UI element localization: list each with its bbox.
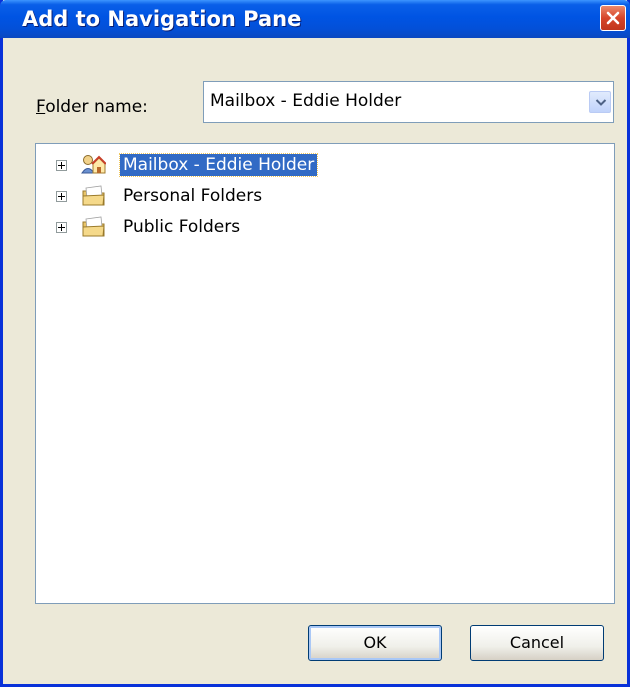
dialog-window: Add to Navigation Pane Folder name: Mail…	[0, 0, 630, 687]
folder-name-label: Folder name:	[36, 97, 148, 117]
cancel-button[interactable]: Cancel	[470, 625, 604, 661]
tree-item-personal-folders[interactable]: Personal Folders	[36, 183, 436, 211]
title-bar[interactable]: Add to Navigation Pane	[0, 0, 630, 38]
close-button[interactable]	[600, 5, 626, 31]
tree-item-public-folders[interactable]: Public Folders	[36, 214, 436, 242]
folder-name-dropdown[interactable]: Mailbox - Eddie Holder	[203, 81, 614, 123]
tree-item-label: Personal Folders	[123, 186, 263, 206]
expand-icon[interactable]	[56, 222, 67, 233]
folder-icon	[80, 184, 106, 208]
dialog-title: Add to Navigation Pane	[22, 7, 302, 31]
ok-button[interactable]: OK	[308, 625, 442, 661]
tree-item-label: Mailbox - Eddie Holder	[118, 153, 319, 177]
folder-icon	[80, 215, 106, 239]
folder-name-value: Mailbox - Eddie Holder	[210, 91, 402, 111]
folder-name-accelerator: F	[36, 97, 46, 117]
dropdown-arrow-button[interactable]	[589, 91, 611, 113]
tree-item-mailbox[interactable]: Mailbox - Eddie Holder	[36, 152, 436, 180]
folder-tree[interactable]: Mailbox - Eddie Holder Personal Folders	[35, 143, 615, 604]
chevron-down-icon	[595, 99, 607, 106]
expand-icon[interactable]	[56, 191, 67, 202]
expand-icon[interactable]	[56, 160, 67, 171]
folder-name-label-text: older name:	[45, 97, 148, 117]
mailbox-icon	[80, 153, 107, 177]
close-icon	[606, 11, 620, 25]
tree-item-label: Public Folders	[123, 217, 241, 237]
